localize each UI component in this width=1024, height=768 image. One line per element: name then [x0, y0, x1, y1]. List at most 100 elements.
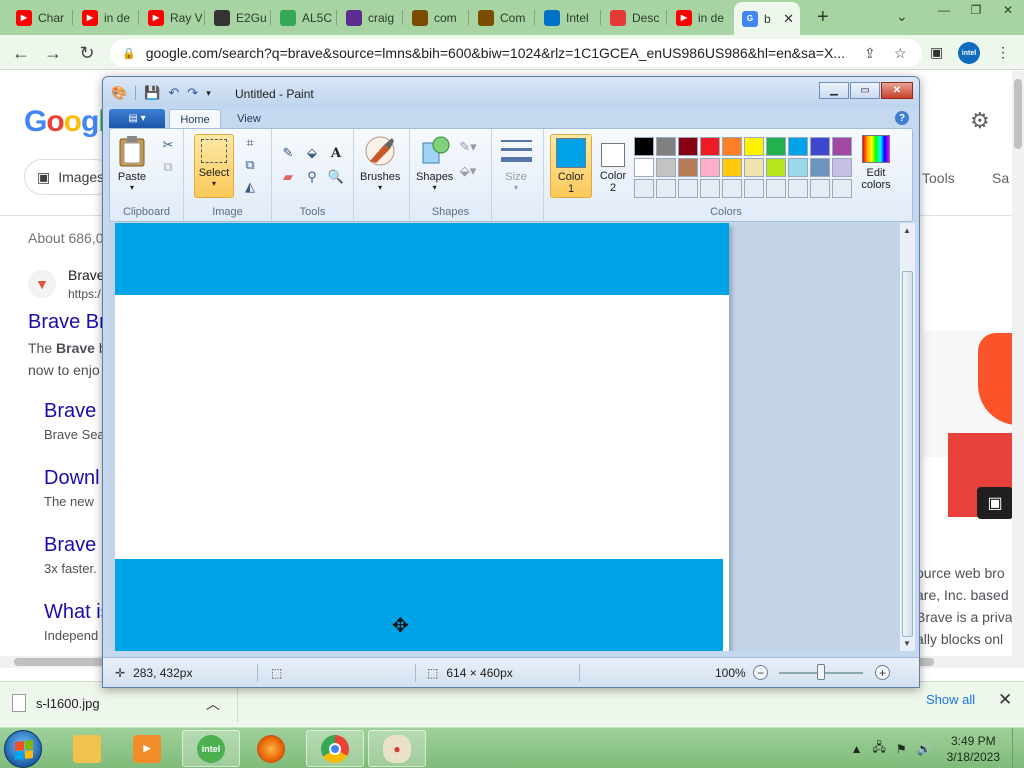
page-vertical-scrollbar[interactable] — [1012, 71, 1024, 656]
taskbar-media-player[interactable]: ▶ — [118, 730, 176, 767]
copy-icon[interactable]: ⧉ — [158, 157, 178, 177]
crop-icon[interactable]: ⌗ — [240, 133, 260, 153]
show-all-downloads-link[interactable]: Show all — [926, 692, 975, 707]
safesearch-filter[interactable]: Sa — [992, 170, 1009, 186]
palette-swatch[interactable] — [766, 158, 786, 177]
close-download-bar-icon[interactable]: ✕ — [998, 690, 1012, 710]
taskbar-intel-app[interactable]: intel — [182, 730, 240, 767]
outline-icon[interactable]: ✎▾ — [458, 137, 478, 157]
tab-home[interactable]: Home — [169, 109, 221, 129]
browser-tab-0[interactable]: ▶ Char — [8, 4, 70, 31]
paint-maximize-button[interactable]: ▭ — [850, 82, 880, 99]
canvas-vertical-scrollbar[interactable]: ▲ ▼ — [899, 223, 915, 651]
palette-swatch[interactable] — [678, 179, 698, 198]
fill-bucket-icon[interactable]: ⬙ — [302, 143, 322, 163]
color1-button[interactable]: Color 1 — [550, 134, 592, 198]
paint-close-button[interactable]: ✕ — [881, 82, 913, 99]
volume-icon[interactable]: 🔊 — [917, 742, 932, 756]
browser-tab-3[interactable]: E2Gu — [206, 4, 268, 31]
sitelink-title-1[interactable]: Downl — [44, 467, 100, 490]
sidepanel-icon[interactable]: ▣ — [930, 44, 943, 61]
palette-swatch[interactable] — [722, 158, 742, 177]
tab-search-chevron-icon[interactable]: ⌄ — [896, 8, 908, 25]
scroll-thumb[interactable] — [902, 271, 913, 637]
reload-icon[interactable]: ↻ — [76, 42, 98, 64]
browser-tab-9[interactable]: Desc — [602, 4, 664, 31]
browser-restore-button[interactable]: ❐ — [960, 0, 992, 20]
taskbar-firefox[interactable] — [242, 730, 300, 767]
resize-icon[interactable]: ⧉ — [240, 155, 260, 175]
redo-icon[interactable]: ↷ — [187, 85, 198, 101]
zoom-in-button[interactable]: + — [875, 665, 890, 680]
palette-swatch[interactable] — [634, 137, 654, 156]
palette-swatch[interactable] — [832, 158, 852, 177]
paint-titlebar[interactable]: 🎨 💾 ↶ ↷ ▾ Untitled - Paint ▁ ▭ ✕ — [103, 77, 919, 107]
browser-menu-icon[interactable]: ⋮ — [996, 44, 1010, 61]
paint-minimize-button[interactable]: ▁ — [819, 82, 849, 99]
network-icon[interactable]: 🖧 — [873, 738, 886, 759]
save-icon[interactable]: 💾 — [144, 85, 160, 101]
palette-swatch[interactable] — [634, 179, 654, 198]
sitelink-title-3[interactable]: What is — [44, 601, 111, 624]
taskbar-paint[interactable]: ● — [368, 730, 426, 767]
download-item[interactable]: s-l1600.jpg — [12, 694, 100, 712]
browser-tab-10[interactable]: ▶ in de — [668, 4, 730, 31]
show-desktop-button[interactable] — [1012, 728, 1024, 768]
close-tab-icon[interactable]: ✕ — [783, 11, 794, 27]
palette-swatch[interactable] — [722, 179, 742, 198]
paste-button[interactable]: Paste ▾ — [116, 135, 148, 192]
browser-tab-11[interactable]: Gb ✕ — [734, 2, 800, 35]
browser-close-button[interactable]: ✕ — [992, 0, 1024, 20]
undo-icon[interactable]: ↶ — [168, 85, 179, 101]
palette-swatch[interactable] — [832, 137, 852, 156]
paint-app-icon[interactable]: 🎨 — [111, 85, 127, 101]
customize-qat-chevron-icon[interactable]: ▾ — [206, 88, 211, 99]
palette-swatch[interactable] — [766, 137, 786, 156]
result-site-name[interactable]: Brave — [68, 267, 105, 283]
palette-swatch[interactable] — [788, 158, 808, 177]
browser-tab-5[interactable]: craig — [338, 4, 400, 31]
new-tab-button[interactable]: + — [817, 6, 829, 28]
palette-swatch[interactable] — [744, 179, 764, 198]
result-title[interactable]: Brave Br — [28, 311, 106, 334]
palette-swatch[interactable] — [678, 137, 698, 156]
browser-tab-4[interactable]: AL5C — [272, 4, 334, 31]
palette-swatch[interactable] — [766, 179, 786, 198]
taskbar-explorer[interactable] — [58, 730, 116, 767]
back-arrow-icon[interactable]: ← — [10, 42, 32, 64]
brushes-button[interactable]: Brushes ▾ — [360, 135, 400, 192]
drawing-canvas[interactable]: ✥ — [115, 223, 729, 651]
zoom-slider-thumb[interactable] — [817, 664, 825, 680]
clock[interactable]: 3:49 PM 3/18/2023 — [947, 733, 1000, 765]
text-tool-icon[interactable]: A — [326, 143, 346, 163]
fill-icon[interactable]: ⬙▾ — [458, 161, 478, 181]
browser-minimize-button[interactable]: — — [928, 0, 960, 20]
browser-tab-6[interactable]: com — [404, 4, 466, 31]
result-site-url[interactable]: https:/ — [68, 287, 101, 301]
edit-colors-button[interactable]: Edit colors — [856, 135, 896, 191]
start-button[interactable] — [4, 730, 42, 768]
browser-tab-2[interactable]: ▶ Ray V — [140, 4, 202, 31]
eraser-icon[interactable]: ▰ — [278, 167, 298, 187]
select-button[interactable]: Select ▾ — [194, 134, 234, 198]
palette-swatch[interactable] — [832, 179, 852, 198]
taskbar-chrome[interactable] — [306, 730, 364, 767]
download-options-chevron-icon[interactable]: ︿ — [206, 694, 220, 714]
palette-swatch[interactable] — [810, 158, 830, 177]
tray-expand-icon[interactable]: ▲ — [851, 742, 863, 756]
palette-swatch[interactable] — [744, 158, 764, 177]
rotate-icon[interactable]: ◭ — [240, 177, 260, 197]
images-filter-chip[interactable]: ▣ Images — [24, 159, 114, 195]
palette-swatch[interactable] — [700, 158, 720, 177]
help-icon[interactable]: ? — [895, 111, 909, 125]
magnifier-icon[interactable]: 🔍 — [326, 167, 346, 187]
settings-gear-icon[interactable]: ⚙ — [970, 108, 990, 134]
action-center-flag-icon[interactable]: ⚑ — [896, 742, 907, 756]
cut-scissors-icon[interactable]: ✂ — [158, 135, 178, 155]
browser-tab-7[interactable]: Com — [470, 4, 532, 31]
pencil-icon[interactable]: ✎ — [278, 143, 298, 163]
color-picker-icon[interactable]: ⚲ — [302, 167, 322, 187]
palette-swatch[interactable] — [656, 137, 676, 156]
palette-swatch[interactable] — [722, 137, 742, 156]
palette-swatch[interactable] — [656, 179, 676, 198]
